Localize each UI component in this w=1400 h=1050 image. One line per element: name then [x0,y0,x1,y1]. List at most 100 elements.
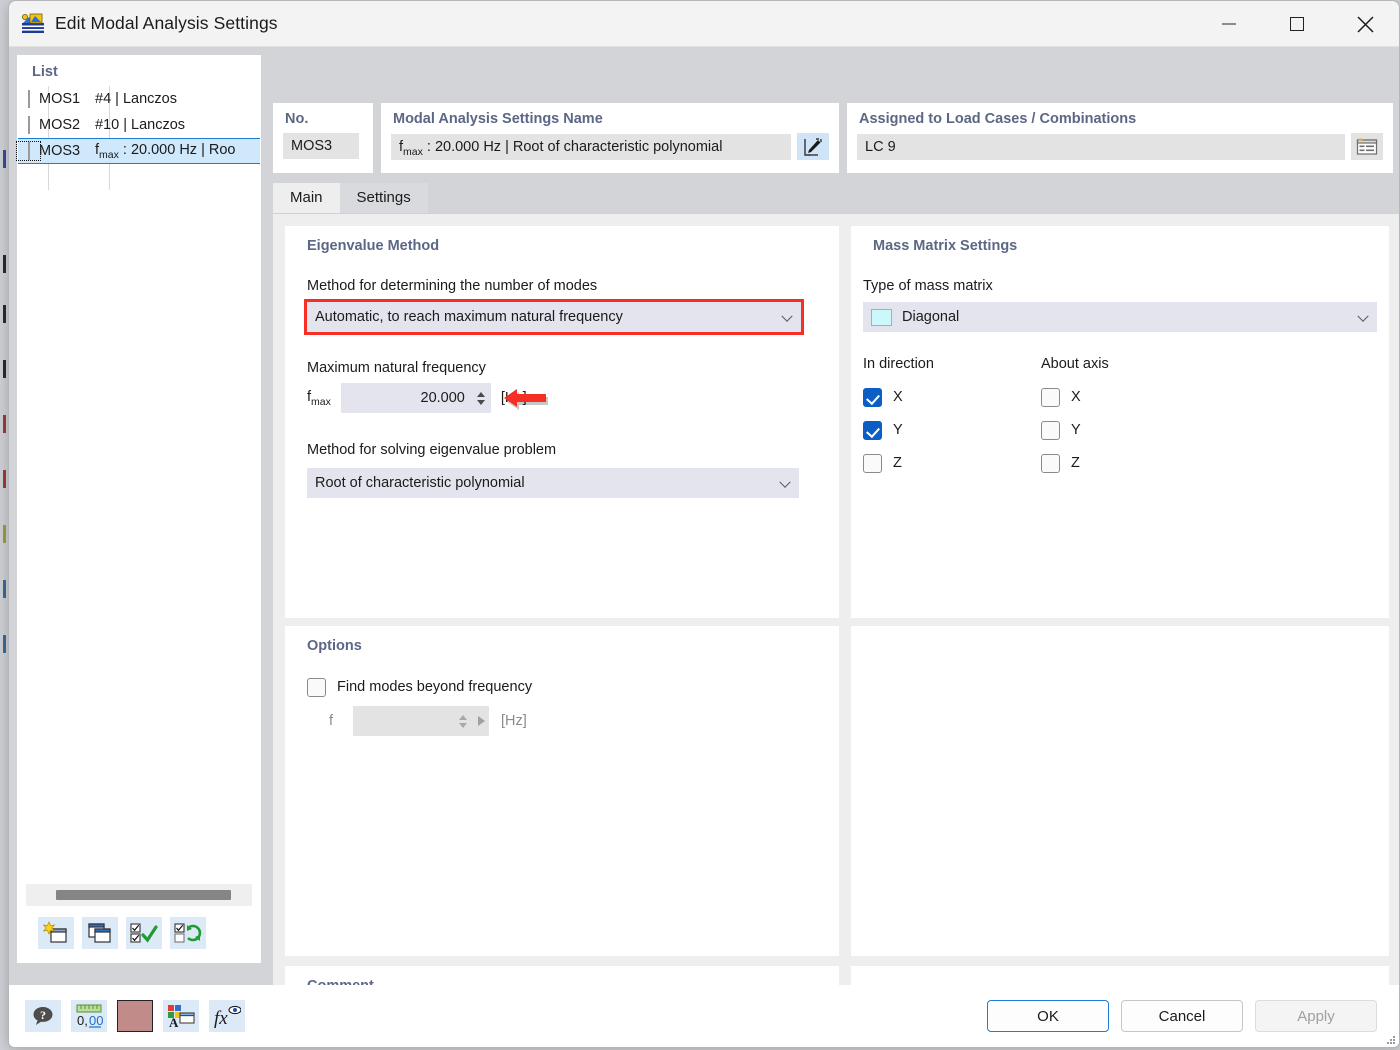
in-direction-x-checkbox[interactable] [863,387,882,407]
minimize-icon [1222,23,1236,25]
solve-method-combo[interactable]: Root of characteristic polynomial [307,468,799,498]
in-direction-y-row[interactable]: Y [863,415,903,445]
f-unit: [Hz] [501,713,527,729]
svg-text:0,: 0, [77,1013,88,1028]
new-window-star-icon [43,921,67,943]
copy-item-button[interactable] [82,917,118,949]
about-axis-y-row[interactable]: Y [1041,415,1081,445]
edit-name-button[interactable] [797,133,829,160]
settings-name-row: fmax : 20.000 Hz | Root of characteristi… [381,133,839,160]
fmax-unit: [Hz] [500,390,527,406]
about-axis-y-checkbox[interactable] [1041,420,1060,440]
find-modes-label: Find modes beyond frequency [337,679,533,695]
list-item-desc: #4 | Lanczos [95,91,177,107]
color-button[interactable] [117,1000,153,1032]
minimize-button[interactable] [1195,1,1263,47]
in-direction-x-row[interactable]: X [863,382,903,412]
in-direction-z-row[interactable]: Z [863,448,903,478]
color-swatch [28,142,30,160]
bg-tick [3,415,6,433]
bg-tick [3,305,6,323]
ok-button[interactable]: OK [987,1000,1109,1032]
copy-window-icon [88,923,111,943]
list-toolbar [18,910,260,956]
invert-selection-button[interactable] [170,917,206,949]
bg-tick [3,635,6,653]
list-panel-title: List [32,64,58,80]
mass-type-combo[interactable]: Diagonal [863,302,1377,332]
bg-tick [3,525,6,543]
about-axis-label: About axis [1041,356,1109,372]
in-direction-z-checkbox[interactable] [863,453,882,473]
question-balloon-icon: ? [33,1007,53,1025]
max-frequency-label: Maximum natural frequency [307,360,486,376]
svg-text:fx: fx [214,1008,228,1028]
dialog-body: List MOS1 #4 | Lanczos MOS2 #10 | Lanczo… [9,47,1399,1034]
tab-strip: Main Settings [273,183,1393,213]
edit-pencil-icon [804,137,822,156]
chevron-down-icon [779,476,791,488]
about-axis-y-label: Y [1071,422,1081,438]
apply-button: Apply [1255,1000,1377,1032]
list-scrollbar-thumb[interactable] [56,890,231,900]
no-label: No. [285,111,309,127]
no-card: No. MOS3 [273,103,373,173]
select-all-button[interactable] [126,917,162,949]
cancel-button[interactable]: Cancel [1121,1000,1243,1032]
fmax-spinner[interactable]: 20.000 [340,383,491,413]
options-group-title: Options [307,638,362,654]
tab-settings[interactable]: Settings [339,183,428,213]
list-item-code: MOS2 [39,117,81,133]
in-direction-y-label: Y [893,422,903,438]
stepper-up-icon[interactable] [476,391,485,397]
color-swatch [28,90,30,108]
play-right-icon [477,716,485,726]
bg-tick [3,360,6,378]
bg-tick [3,150,6,168]
about-axis-checkboxes: X Y Z [1041,382,1081,478]
find-modes-frequency-row: f [Hz] [329,706,527,736]
maximize-button[interactable] [1263,1,1331,47]
in-direction-y-checkbox[interactable] [863,420,882,440]
title-bar: Edit Modal Analysis Settings [9,1,1399,47]
settings-name-value[interactable]: fmax : 20.000 Hz | Root of characteristi… [391,133,791,160]
mass-type-label: Type of mass matrix [863,278,993,294]
in-direction-x-label: X [893,389,903,405]
f-expand-button [473,716,489,726]
no-value: MOS3 [283,133,359,159]
load-cases-value[interactable]: LC 9 [857,133,1345,160]
select-load-cases-button[interactable] [1351,133,1383,160]
tab-main[interactable]: Main [273,183,340,213]
about-axis-x-checkbox[interactable] [1041,387,1060,407]
in-direction-checkboxes: X Y Z [863,382,903,478]
mass-type-value: Diagonal [902,309,960,325]
formula-button[interactable]: fx [209,1000,245,1032]
stepper-down-icon[interactable] [476,399,485,405]
decimal-places-button[interactable]: 0, 00 [71,1000,107,1032]
method-modes-combo[interactable]: Automatic, to reach maximum natural freq… [304,299,804,335]
find-modes-checkbox[interactable] [307,677,326,697]
close-button[interactable] [1331,1,1399,47]
tab-page-main: Eigenvalue Method Method for determining… [273,213,1399,1034]
help-button[interactable]: ? [25,1000,61,1032]
bg-tick [3,580,6,598]
display-properties-button[interactable]: A [163,1000,199,1032]
find-modes-row[interactable]: Find modes beyond frequency [307,672,532,702]
list-horizontal-scrollbar[interactable] [26,884,252,906]
f-symbol-label: f [329,713,334,729]
resize-grip-icon[interactable] [1387,1036,1395,1044]
about-axis-x-row[interactable]: X [1041,382,1081,412]
about-axis-z-checkbox[interactable] [1041,453,1060,473]
fmax-stepper[interactable] [471,383,491,413]
eigenvalue-group-title: Eigenvalue Method [307,238,440,254]
list-item[interactable]: MOS1 #4 | Lanczos [18,86,260,112]
list-item-selected[interactable]: MOS3 fmax : 20.000 Hz | Roo [16,138,260,164]
list-item[interactable]: MOS2 #10 | Lanczos [18,112,260,138]
no-field-row: MOS3 [273,133,373,159]
list-rows: MOS1 #4 | Lanczos MOS2 #10 | Lanczos MOS… [16,86,260,190]
stepper-up-icon [459,714,467,720]
maximize-icon [1290,17,1304,31]
solve-method-label: Method for solving eigenvalue problem [307,442,557,458]
about-axis-z-row[interactable]: Z [1041,448,1081,478]
new-item-button[interactable] [38,917,74,949]
